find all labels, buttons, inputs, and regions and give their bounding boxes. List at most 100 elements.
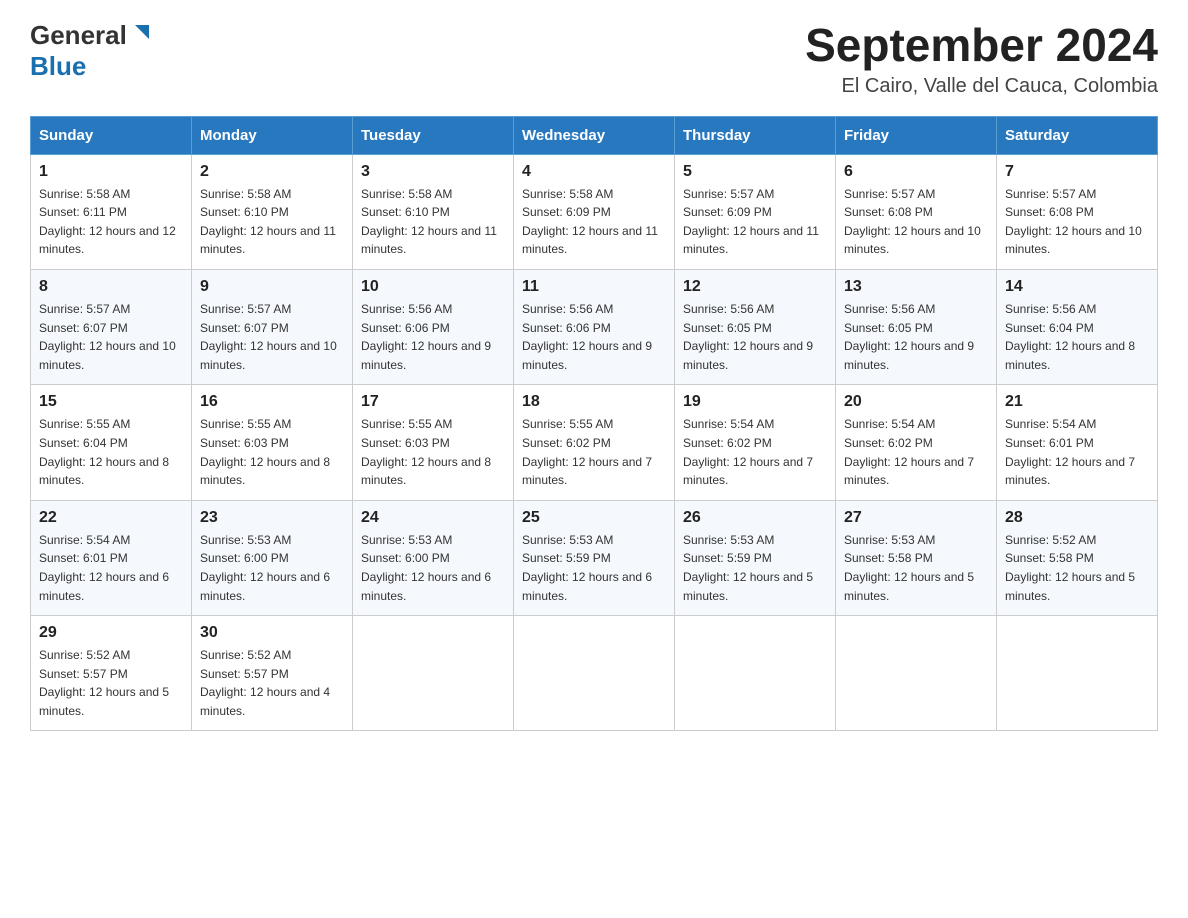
day-info: Sunrise: 5:54 AMSunset: 6:02 PMDaylight:… xyxy=(844,417,974,487)
day-number: 21 xyxy=(1005,393,1149,411)
day-number: 27 xyxy=(844,509,988,527)
table-row: 4 Sunrise: 5:58 AMSunset: 6:09 PMDayligh… xyxy=(514,154,675,269)
day-info: Sunrise: 5:54 AMSunset: 6:02 PMDaylight:… xyxy=(683,417,813,487)
day-number: 1 xyxy=(39,163,183,181)
day-info: Sunrise: 5:56 AMSunset: 6:06 PMDaylight:… xyxy=(522,302,652,372)
logo-blue-text: Blue xyxy=(30,51,86,81)
table-row: 18 Sunrise: 5:55 AMSunset: 6:02 PMDaylig… xyxy=(514,385,675,500)
day-number: 16 xyxy=(200,393,344,411)
day-number: 8 xyxy=(39,278,183,296)
day-number: 26 xyxy=(683,509,827,527)
day-number: 9 xyxy=(200,278,344,296)
calendar-week-row: 8 Sunrise: 5:57 AMSunset: 6:07 PMDayligh… xyxy=(31,269,1158,384)
day-info: Sunrise: 5:55 AMSunset: 6:03 PMDaylight:… xyxy=(200,417,330,487)
table-row: 29 Sunrise: 5:52 AMSunset: 5:57 PMDaylig… xyxy=(31,616,192,731)
day-info: Sunrise: 5:52 AMSunset: 5:58 PMDaylight:… xyxy=(1005,533,1135,603)
table-row: 6 Sunrise: 5:57 AMSunset: 6:08 PMDayligh… xyxy=(836,154,997,269)
table-row: 3 Sunrise: 5:58 AMSunset: 6:10 PMDayligh… xyxy=(353,154,514,269)
calendar-header-row: Sunday Monday Tuesday Wednesday Thursday… xyxy=(31,116,1158,154)
table-row: 17 Sunrise: 5:55 AMSunset: 6:03 PMDaylig… xyxy=(353,385,514,500)
table-row: 16 Sunrise: 5:55 AMSunset: 6:03 PMDaylig… xyxy=(192,385,353,500)
day-number: 6 xyxy=(844,163,988,181)
table-row: 14 Sunrise: 5:56 AMSunset: 6:04 PMDaylig… xyxy=(997,269,1158,384)
day-number: 13 xyxy=(844,278,988,296)
day-number: 29 xyxy=(39,624,183,642)
table-row: 24 Sunrise: 5:53 AMSunset: 6:00 PMDaylig… xyxy=(353,500,514,615)
table-row: 28 Sunrise: 5:52 AMSunset: 5:58 PMDaylig… xyxy=(997,500,1158,615)
day-number: 20 xyxy=(844,393,988,411)
table-row: 22 Sunrise: 5:54 AMSunset: 6:01 PMDaylig… xyxy=(31,500,192,615)
day-number: 4 xyxy=(522,163,666,181)
day-info: Sunrise: 5:53 AMSunset: 6:00 PMDaylight:… xyxy=(200,533,330,603)
day-number: 24 xyxy=(361,509,505,527)
day-info: Sunrise: 5:54 AMSunset: 6:01 PMDaylight:… xyxy=(1005,417,1135,487)
table-row xyxy=(675,616,836,731)
day-info: Sunrise: 5:53 AMSunset: 5:59 PMDaylight:… xyxy=(522,533,652,603)
table-row: 23 Sunrise: 5:53 AMSunset: 6:00 PMDaylig… xyxy=(192,500,353,615)
day-info: Sunrise: 5:55 AMSunset: 6:03 PMDaylight:… xyxy=(361,417,491,487)
day-number: 30 xyxy=(200,624,344,642)
table-row: 30 Sunrise: 5:52 AMSunset: 5:57 PMDaylig… xyxy=(192,616,353,731)
day-number: 7 xyxy=(1005,163,1149,181)
day-info: Sunrise: 5:58 AMSunset: 6:10 PMDaylight:… xyxy=(200,187,336,257)
table-row: 12 Sunrise: 5:56 AMSunset: 6:05 PMDaylig… xyxy=(675,269,836,384)
table-row: 13 Sunrise: 5:56 AMSunset: 6:05 PMDaylig… xyxy=(836,269,997,384)
day-info: Sunrise: 5:55 AMSunset: 6:02 PMDaylight:… xyxy=(522,417,652,487)
day-info: Sunrise: 5:56 AMSunset: 6:05 PMDaylight:… xyxy=(683,302,813,372)
table-row: 7 Sunrise: 5:57 AMSunset: 6:08 PMDayligh… xyxy=(997,154,1158,269)
table-row: 27 Sunrise: 5:53 AMSunset: 5:58 PMDaylig… xyxy=(836,500,997,615)
day-info: Sunrise: 5:55 AMSunset: 6:04 PMDaylight:… xyxy=(39,417,169,487)
calendar-subtitle: El Cairo, Valle del Cauca, Colombia xyxy=(805,75,1158,98)
table-row xyxy=(514,616,675,731)
table-row: 5 Sunrise: 5:57 AMSunset: 6:09 PMDayligh… xyxy=(675,154,836,269)
day-number: 15 xyxy=(39,393,183,411)
day-info: Sunrise: 5:58 AMSunset: 6:09 PMDaylight:… xyxy=(522,187,658,257)
day-info: Sunrise: 5:56 AMSunset: 6:04 PMDaylight:… xyxy=(1005,302,1135,372)
table-row xyxy=(997,616,1158,731)
col-sunday: Sunday xyxy=(31,116,192,154)
calendar-week-row: 15 Sunrise: 5:55 AMSunset: 6:04 PMDaylig… xyxy=(31,385,1158,500)
table-row: 1 Sunrise: 5:58 AMSunset: 6:11 PMDayligh… xyxy=(31,154,192,269)
calendar-table: Sunday Monday Tuesday Wednesday Thursday… xyxy=(30,116,1158,732)
title-section: September 2024 El Cairo, Valle del Cauca… xyxy=(805,20,1158,98)
table-row: 20 Sunrise: 5:54 AMSunset: 6:02 PMDaylig… xyxy=(836,385,997,500)
table-row: 8 Sunrise: 5:57 AMSunset: 6:07 PMDayligh… xyxy=(31,269,192,384)
logo-general-text: General xyxy=(30,20,127,51)
day-info: Sunrise: 5:54 AMSunset: 6:01 PMDaylight:… xyxy=(39,533,169,603)
day-info: Sunrise: 5:53 AMSunset: 6:00 PMDaylight:… xyxy=(361,533,491,603)
table-row: 19 Sunrise: 5:54 AMSunset: 6:02 PMDaylig… xyxy=(675,385,836,500)
day-info: Sunrise: 5:53 AMSunset: 5:59 PMDaylight:… xyxy=(683,533,813,603)
col-saturday: Saturday xyxy=(997,116,1158,154)
table-row: 15 Sunrise: 5:55 AMSunset: 6:04 PMDaylig… xyxy=(31,385,192,500)
day-info: Sunrise: 5:57 AMSunset: 6:07 PMDaylight:… xyxy=(39,302,176,372)
table-row xyxy=(836,616,997,731)
day-info: Sunrise: 5:52 AMSunset: 5:57 PMDaylight:… xyxy=(39,648,169,718)
calendar-week-row: 1 Sunrise: 5:58 AMSunset: 6:11 PMDayligh… xyxy=(31,154,1158,269)
day-number: 12 xyxy=(683,278,827,296)
col-thursday: Thursday xyxy=(675,116,836,154)
table-row: 2 Sunrise: 5:58 AMSunset: 6:10 PMDayligh… xyxy=(192,154,353,269)
col-friday: Friday xyxy=(836,116,997,154)
day-number: 23 xyxy=(200,509,344,527)
day-number: 5 xyxy=(683,163,827,181)
day-number: 25 xyxy=(522,509,666,527)
day-info: Sunrise: 5:58 AMSunset: 6:11 PMDaylight:… xyxy=(39,187,176,257)
day-number: 3 xyxy=(361,163,505,181)
table-row: 21 Sunrise: 5:54 AMSunset: 6:01 PMDaylig… xyxy=(997,385,1158,500)
day-info: Sunrise: 5:57 AMSunset: 6:09 PMDaylight:… xyxy=(683,187,819,257)
day-number: 11 xyxy=(522,278,666,296)
table-row: 9 Sunrise: 5:57 AMSunset: 6:07 PMDayligh… xyxy=(192,269,353,384)
table-row: 10 Sunrise: 5:56 AMSunset: 6:06 PMDaylig… xyxy=(353,269,514,384)
logo-arrow-icon xyxy=(131,25,149,43)
calendar-week-row: 29 Sunrise: 5:52 AMSunset: 5:57 PMDaylig… xyxy=(31,616,1158,731)
day-number: 19 xyxy=(683,393,827,411)
col-wednesday: Wednesday xyxy=(514,116,675,154)
day-info: Sunrise: 5:57 AMSunset: 6:07 PMDaylight:… xyxy=(200,302,337,372)
day-number: 10 xyxy=(361,278,505,296)
day-info: Sunrise: 5:52 AMSunset: 5:57 PMDaylight:… xyxy=(200,648,330,718)
day-info: Sunrise: 5:56 AMSunset: 6:06 PMDaylight:… xyxy=(361,302,491,372)
logo: General Blue xyxy=(30,20,149,82)
day-number: 18 xyxy=(522,393,666,411)
calendar-week-row: 22 Sunrise: 5:54 AMSunset: 6:01 PMDaylig… xyxy=(31,500,1158,615)
day-info: Sunrise: 5:57 AMSunset: 6:08 PMDaylight:… xyxy=(844,187,981,257)
